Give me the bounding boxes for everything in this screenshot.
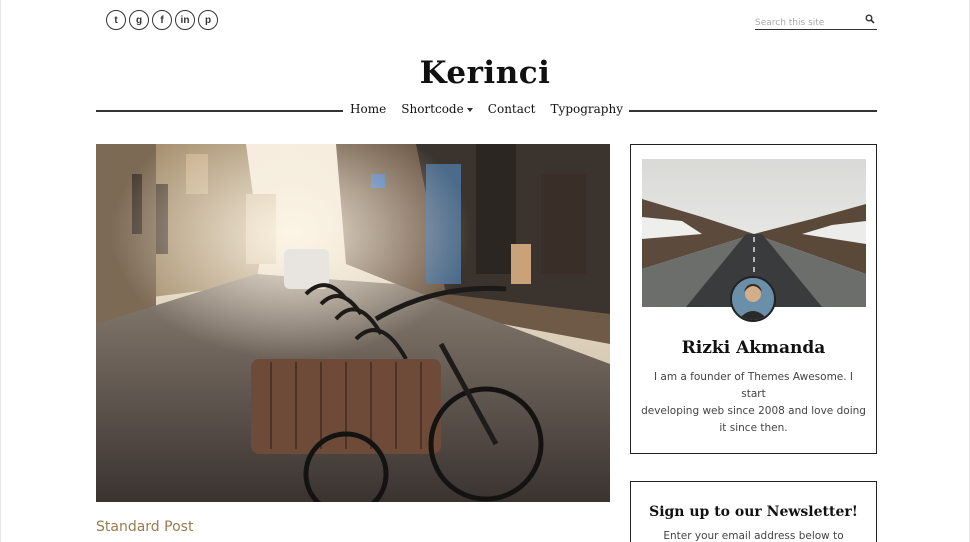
nav-item-shortcode[interactable]: Shortcode <box>401 102 473 116</box>
author-avatar <box>730 276 776 322</box>
pinterest-icon[interactable]: p <box>198 10 218 30</box>
street-bicycle-photo <box>96 144 610 502</box>
social-links: t g f in p <box>106 10 218 30</box>
newsletter-widget: Sign up to our Newsletter! Enter your em… <box>630 481 877 542</box>
author-bio-line: it since then. <box>719 422 788 434</box>
google-plus-icon[interactable]: g <box>129 10 149 30</box>
caret-down-icon <box>466 107 473 112</box>
nav-item-label: Shortcode <box>401 102 464 116</box>
search-icon[interactable] <box>865 14 875 24</box>
site-title[interactable]: Kerinci <box>1 55 969 91</box>
newsletter-text: Enter your email address below to <box>663 530 844 542</box>
twitter-icon[interactable]: t <box>106 10 126 30</box>
author-bio-line: developing web since 2008 and love doing <box>641 405 866 417</box>
author-bio: I am a founder of Themes Awesome. I star… <box>641 369 866 437</box>
facebook-icon[interactable]: f <box>152 10 172 30</box>
linkedin-icon[interactable]: in <box>175 10 195 30</box>
search-input[interactable] <box>755 14 855 32</box>
nav-item-contact[interactable]: Contact <box>488 102 536 116</box>
author-name: Rizki Akmanda <box>681 338 826 358</box>
search-box <box>755 10 877 32</box>
about-widget: Rizki Akmanda I am a founder of Themes A… <box>630 144 877 454</box>
main-nav: Home Shortcode Contact Typography <box>350 102 623 116</box>
nav-divider-right <box>629 110 877 112</box>
nav-item-typography[interactable]: Typography <box>551 102 623 116</box>
author-bio-line: I am a founder of Themes Awesome. I star… <box>653 371 854 400</box>
newsletter-title: Sign up to our Newsletter! <box>649 504 858 520</box>
post-category[interactable]: Standard Post <box>96 519 193 535</box>
page: t g f in p Kerinci Home Shortcode Contac… <box>0 0 970 542</box>
post-featured-image[interactable] <box>96 144 610 502</box>
nav-divider-left <box>96 110 343 112</box>
nav-item-home[interactable]: Home <box>350 102 386 116</box>
